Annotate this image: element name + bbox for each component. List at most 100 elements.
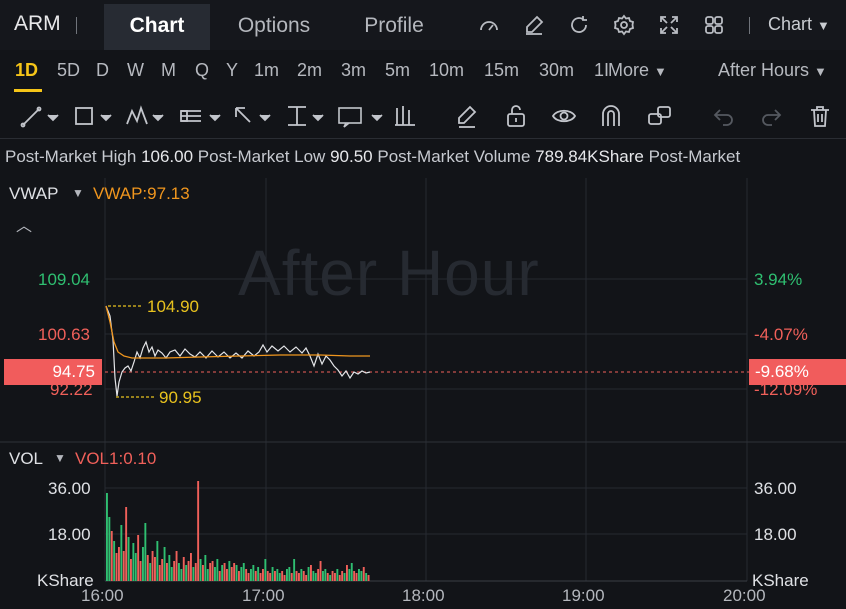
vwap-indicator-name[interactable]: VWAP (9, 184, 58, 204)
volume-bar (170, 567, 173, 581)
volume-bar (130, 559, 132, 581)
volume-bar (235, 565, 238, 581)
collapse-chevron-icon[interactable]: ︿ (16, 212, 32, 236)
volume-bar (295, 571, 298, 581)
volume-bar (319, 561, 322, 581)
volume-bar (250, 569, 252, 581)
vol-indicator-value: VOL1:0.10 (75, 449, 157, 468)
price-line (105, 305, 371, 397)
volume-bar (293, 559, 296, 581)
volume-bar (334, 573, 336, 581)
volume-bar (314, 573, 317, 581)
volume-bar (142, 547, 144, 581)
volume-bar (218, 571, 221, 581)
caret-down-icon[interactable]: ▼ (54, 451, 66, 465)
volume-bar (343, 573, 346, 581)
volume-bar (192, 567, 195, 581)
volume-bar (158, 565, 161, 581)
volume-bar (211, 561, 214, 581)
time-axis-label: 16:00 (81, 586, 124, 605)
volume-bar (317, 569, 320, 581)
volume-bar (214, 567, 216, 581)
volume-bar (137, 535, 140, 581)
volume-bar (324, 569, 327, 581)
volume-bar (245, 569, 248, 581)
vwap-indicator-value: VWAP:97.13 (93, 184, 190, 203)
volume-bar (290, 573, 293, 581)
volume-bar (194, 563, 197, 581)
volume-bar (115, 553, 118, 581)
volume-bar (257, 567, 260, 581)
volume-bar (127, 537, 130, 581)
volume-bar (329, 575, 332, 581)
volume-bar (122, 551, 125, 581)
volume-bar (230, 567, 233, 581)
volume-bar (216, 559, 219, 581)
volume-bar (113, 541, 116, 581)
volume-bar (346, 565, 348, 581)
volume-bar (185, 565, 188, 581)
volume-bar (187, 561, 190, 581)
volume-bar (264, 559, 267, 581)
volume-bar (182, 557, 185, 581)
volume-bar (247, 573, 250, 581)
vol-axis-label: 36.00 (48, 479, 91, 498)
volume-bar (106, 493, 108, 581)
vol-axis-label: 18.00 (48, 525, 91, 544)
volume-bar (305, 575, 308, 581)
volume-bar (367, 575, 370, 581)
volume-bar (362, 567, 365, 581)
pct-axis-label: -4.07% (754, 325, 808, 344)
low-marker-label: 90.95 (159, 388, 202, 407)
volume-bar (312, 571, 315, 581)
high-marker-label: 104.90 (147, 297, 199, 316)
volume-bar (151, 551, 154, 581)
current-pct-tag: -9.68% (749, 359, 846, 385)
volume-bar (178, 563, 180, 581)
volume-bar (149, 563, 152, 581)
volume-bar (355, 573, 358, 581)
volume-bar (252, 565, 255, 581)
volume-bar (242, 563, 245, 581)
volume-bar (266, 571, 269, 581)
volume-bar (163, 547, 166, 581)
volume-bar (336, 569, 339, 581)
volume-bar (262, 569, 264, 581)
volume-bar (274, 571, 276, 581)
volume-bar (154, 557, 156, 581)
volume-bar (360, 571, 363, 581)
volume-bar (125, 507, 128, 581)
volume-bar (223, 563, 226, 581)
volume-bar (146, 555, 149, 581)
vol-indicator-name[interactable]: VOL (9, 449, 43, 469)
volume-bar (288, 567, 291, 581)
volume-bar (161, 559, 164, 581)
volume-bar (221, 565, 224, 581)
volume-bar (310, 565, 312, 581)
volume-bar (358, 569, 360, 581)
volume-bar (110, 531, 113, 581)
volume-bar (326, 573, 329, 581)
volume-bar (269, 573, 272, 581)
volume-bar (307, 567, 310, 581)
volume-bar (365, 573, 368, 581)
volume-bar (173, 561, 176, 581)
volume-bar (228, 561, 231, 581)
volume-bar (206, 569, 209, 581)
volume-bar (168, 555, 171, 581)
time-axis-label: 18:00 (402, 586, 445, 605)
volume-bar (341, 571, 344, 581)
volume-bar (226, 569, 228, 581)
volume-bar (134, 553, 137, 581)
volume-bar (209, 563, 212, 581)
volume-bar (204, 555, 207, 581)
volume-bars (106, 481, 370, 581)
price-axis-label: 100.63 (38, 325, 90, 344)
caret-down-icon[interactable]: ▼ (72, 186, 84, 200)
volume-bar (331, 571, 334, 581)
price-axis-label: 109.04 (38, 270, 90, 289)
volume-bar (271, 567, 274, 581)
volume-bar (175, 551, 178, 581)
volume-bar (202, 565, 204, 581)
volume-bar (286, 569, 288, 581)
